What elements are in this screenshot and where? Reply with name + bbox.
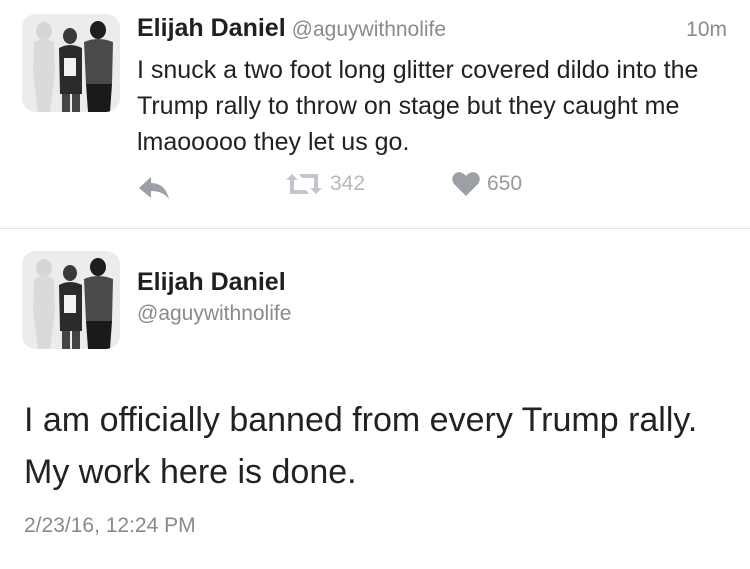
avatar-photo (22, 251, 120, 349)
retweet-icon (286, 174, 322, 194)
heart-icon (452, 172, 480, 196)
like-count: 650 (487, 172, 523, 195)
tweet-text: I am officially banned from every Trump … (24, 401, 698, 491)
author-name[interactable]: Elijah Daniel (137, 14, 286, 42)
tweet-text: I snuck a two foot long glitter covered … (137, 56, 699, 156)
author-name[interactable]: Elijah Daniel (137, 268, 286, 297)
divider (0, 228, 750, 229)
avatar[interactable] (22, 14, 120, 112)
avatar-photo (22, 14, 120, 112)
reply-button[interactable] (137, 174, 171, 202)
retweet-button[interactable]: 342 (284, 170, 365, 198)
reply-icon (139, 177, 169, 199)
avatar[interactable] (22, 251, 120, 349)
tweet-screenshot: Elijah Daniel @aguywithnolife 10m I snuck… (0, 0, 750, 569)
tweet-actions: 342 650 (137, 170, 557, 210)
author-handle[interactable]: @aguywithnolife (292, 18, 446, 41)
author-handle[interactable]: @aguywithnolife (137, 302, 291, 326)
retweet-count: 342 (330, 172, 366, 195)
tweet-header: Elijah Daniel @aguywithnolife 10m (137, 14, 727, 50)
tweet-time[interactable]: 10m (686, 18, 727, 42)
tweet-timestamp[interactable]: 2/23/16, 12:24 PM (24, 514, 196, 538)
like-button[interactable]: 650 (451, 170, 522, 198)
